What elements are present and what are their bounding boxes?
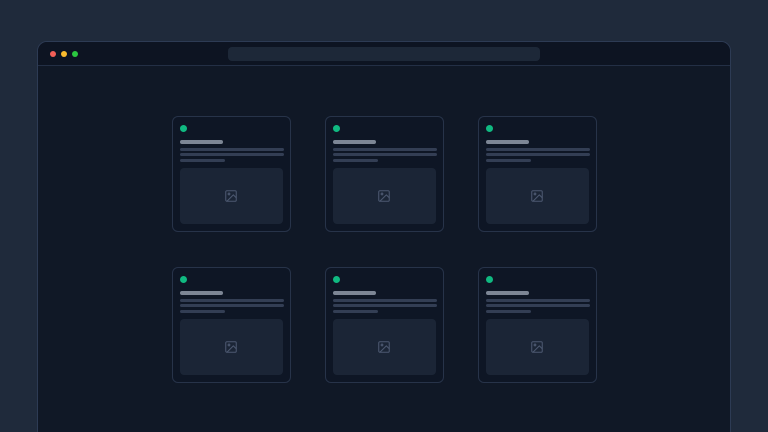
skeleton-text-line <box>333 148 437 151</box>
status-dot <box>486 125 493 132</box>
desktop-background: { "colors": { "page_background": "#1f2a3… <box>0 0 768 432</box>
skeleton-text-line <box>486 299 590 302</box>
window-close-button[interactable] <box>50 51 56 57</box>
image-icon <box>377 189 391 203</box>
skeleton-text-line <box>333 159 378 162</box>
status-dot <box>333 125 340 132</box>
skeleton-text-line <box>333 310 378 313</box>
skeleton-title-bar <box>333 140 376 144</box>
status-dot <box>180 125 187 132</box>
skeleton-text-line <box>180 299 284 302</box>
skeleton-text-line <box>180 153 284 156</box>
window-titlebar <box>38 42 730 66</box>
traffic-lights <box>50 42 78 65</box>
card[interactable] <box>172 267 291 383</box>
skeleton-title-bar <box>486 140 529 144</box>
skeleton-text-line <box>180 148 284 151</box>
image-icon <box>224 340 238 354</box>
image-icon <box>377 340 391 354</box>
skeleton-text-line <box>180 159 225 162</box>
status-dot <box>180 276 187 283</box>
skeleton-text-line <box>333 153 437 156</box>
card[interactable] <box>478 267 597 383</box>
card[interactable] <box>478 116 597 232</box>
address-bar[interactable] <box>228 47 540 61</box>
image-icon <box>530 340 544 354</box>
card-grid <box>172 116 597 383</box>
browser-window <box>37 41 731 432</box>
image-placeholder <box>486 319 589 375</box>
skeleton-text-line <box>180 304 284 307</box>
skeleton-text-line <box>486 304 590 307</box>
skeleton-text-line <box>486 310 531 313</box>
skeleton-text-line <box>486 148 590 151</box>
skeleton-text-line <box>333 304 437 307</box>
skeleton-title-bar <box>180 140 223 144</box>
skeleton-text-line <box>333 299 437 302</box>
image-icon <box>530 189 544 203</box>
image-placeholder <box>486 168 589 224</box>
window-minimize-button[interactable] <box>61 51 67 57</box>
skeleton-title-bar <box>333 291 376 295</box>
image-placeholder <box>333 319 436 375</box>
skeleton-text-line <box>180 310 225 313</box>
image-placeholder <box>180 319 283 375</box>
skeleton-title-bar <box>180 291 223 295</box>
window-maximize-button[interactable] <box>72 51 78 57</box>
card[interactable] <box>325 116 444 232</box>
skeleton-title-bar <box>486 291 529 295</box>
skeleton-text-line <box>486 159 531 162</box>
image-placeholder <box>180 168 283 224</box>
image-icon <box>224 189 238 203</box>
image-placeholder <box>333 168 436 224</box>
page-content <box>38 66 730 383</box>
skeleton-text-line <box>486 153 590 156</box>
status-dot <box>333 276 340 283</box>
card[interactable] <box>325 267 444 383</box>
status-dot <box>486 276 493 283</box>
card[interactable] <box>172 116 291 232</box>
